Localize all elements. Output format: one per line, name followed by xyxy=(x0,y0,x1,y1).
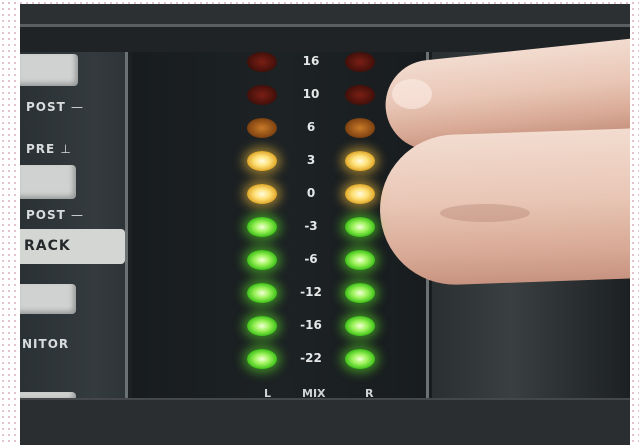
led-right-3 xyxy=(345,151,375,171)
left-control-panel: POST — PRE ⊥ POST — NITOR xyxy=(20,52,128,402)
led-left-3 xyxy=(247,151,277,171)
led-right-4 xyxy=(345,184,375,204)
label-monitor: NITOR xyxy=(22,337,70,351)
label-post-1: POST — xyxy=(26,100,85,114)
dotted-frame-left xyxy=(0,0,20,445)
dotted-frame-right xyxy=(630,0,639,445)
led-right-0 xyxy=(345,52,375,72)
led-right-2 xyxy=(345,118,375,138)
led-left-9 xyxy=(247,349,277,369)
mixer-photo: POST — PRE ⊥ POST — NITOR RACK L MIX R 1… xyxy=(20,4,630,445)
led-right-6 xyxy=(345,250,375,270)
meter-scale-label: 0 xyxy=(306,186,316,200)
fingernail xyxy=(392,79,432,109)
top-strip xyxy=(20,4,630,24)
led-left-1 xyxy=(247,85,277,105)
rack-bar: RACK xyxy=(20,229,125,264)
led-left-5 xyxy=(247,217,277,237)
led-right-7 xyxy=(345,283,375,303)
led-left-8 xyxy=(247,316,277,336)
meter-scale-label: 3 xyxy=(306,153,316,167)
meter-scale-label: -6 xyxy=(304,252,318,266)
led-left-4 xyxy=(247,184,277,204)
bottom-strip xyxy=(20,400,630,445)
led-left-0 xyxy=(247,52,277,72)
meter-scale-label: 6 xyxy=(306,120,316,134)
led-right-5 xyxy=(345,217,375,237)
label-post-2: POST — xyxy=(26,208,85,222)
led-right-9 xyxy=(345,349,375,369)
meter-scale-label: -3 xyxy=(304,219,318,233)
label-pre: PRE ⊥ xyxy=(26,142,72,156)
meter-scale-label: 10 xyxy=(302,87,320,101)
led-right-8 xyxy=(345,316,375,336)
meter-scale-label: -16 xyxy=(300,318,322,332)
button-cap-2 xyxy=(20,165,76,199)
button-cap-3 xyxy=(20,284,76,314)
finger-crease xyxy=(440,204,530,222)
meter-scale-label: -12 xyxy=(300,285,322,299)
meter-scale-label: -22 xyxy=(300,351,322,365)
led-left-6 xyxy=(247,250,277,270)
led-left-2 xyxy=(247,118,277,138)
meter-scale-label: 16 xyxy=(302,54,320,68)
led-left-7 xyxy=(247,283,277,303)
button-cap-1 xyxy=(20,54,78,86)
led-right-1 xyxy=(345,85,375,105)
divider-left xyxy=(125,52,128,402)
